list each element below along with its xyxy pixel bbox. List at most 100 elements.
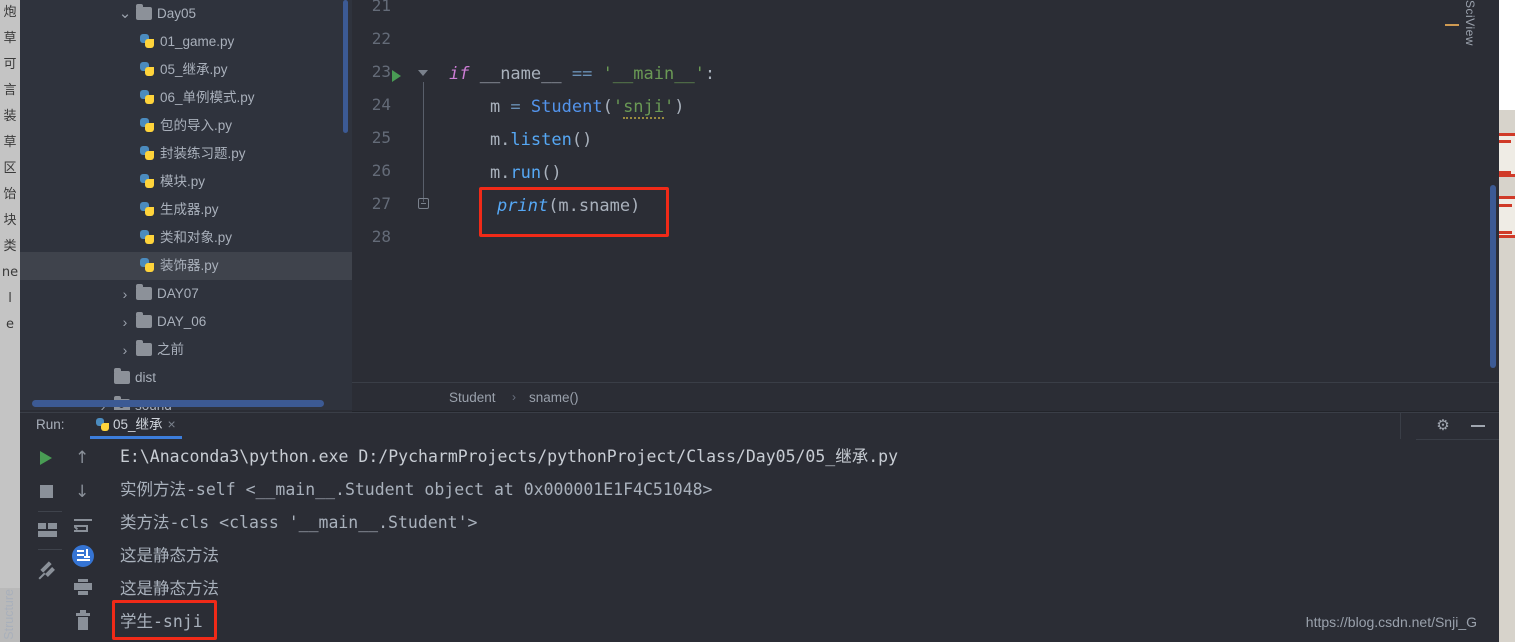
chevron-right-icon[interactable]: › xyxy=(118,280,132,308)
close-icon[interactable]: × xyxy=(168,416,176,432)
ide-frame: ⌄ Day05 01_game.py 05_继承.py 06_单例模式.py 包的导入.p… xyxy=(20,0,1499,642)
tree-item-5[interactable]: 封装练习题.py xyxy=(20,140,352,168)
tree-item-label: 05_继承.py xyxy=(160,62,228,77)
token-string-snji: snji xyxy=(623,97,665,119)
console-highlight-box xyxy=(112,600,217,640)
project-horizontal-scrollbar[interactable] xyxy=(32,400,324,407)
chevron-down-icon[interactable]: ⌄ xyxy=(118,0,132,28)
watermark-text: https://blog.csdn.net/Snji_G xyxy=(1305,614,1477,630)
tree-item-label: DAY07 xyxy=(157,286,199,301)
python-file-icon xyxy=(140,146,155,161)
background-right-lower xyxy=(1499,250,1515,642)
tree-item-10[interactable]: › DAY07 xyxy=(20,280,352,308)
tree-item-11[interactable]: › DAY_06 xyxy=(20,308,352,336)
token-method-listen: listen xyxy=(510,130,572,150)
token-obj-m: m. xyxy=(449,130,511,150)
tree-item-label: 装饰器.py xyxy=(160,258,219,273)
line-number: 22 xyxy=(371,29,391,48)
token-parens: () xyxy=(541,163,562,183)
python-file-icon xyxy=(140,34,155,49)
token-assign-op: = xyxy=(510,97,521,117)
token-quote-close: ' xyxy=(664,97,675,117)
chevron-right-icon[interactable]: › xyxy=(118,308,132,336)
python-file-icon xyxy=(140,118,155,133)
tree-item-12[interactable]: › 之前 xyxy=(20,336,352,364)
tree-item-3[interactable]: 06_单例模式.py xyxy=(20,84,352,112)
clear-all-icon[interactable] xyxy=(76,610,96,633)
background-right-white-strip xyxy=(1499,0,1515,110)
token-obj-m: m. xyxy=(449,163,511,183)
python-file-icon xyxy=(140,258,155,273)
tree-item-label: Day05 xyxy=(157,6,197,21)
sciview-minimize-dash[interactable] xyxy=(1445,24,1459,26)
tree-item-label: 包的导入.py xyxy=(160,118,233,133)
structure-tool-tab[interactable]: Structure xyxy=(2,589,16,640)
tree-item-8[interactable]: 类和对象.py xyxy=(20,224,352,252)
run-tab-label: 05_继承 xyxy=(113,417,163,432)
python-file-icon xyxy=(140,202,155,217)
run-tool-window[interactable]: Run: 05_继承 × ⚙ ↑ ↓ E:\Anaconda3\python.e… xyxy=(20,412,1499,642)
editor-gutter[interactable]: 21 22 23 24 25 26 27 28 xyxy=(352,0,449,382)
python-file-icon xyxy=(140,90,155,105)
tree-item-9[interactable]: 装饰器.py xyxy=(20,252,352,280)
minimize-icon[interactable] xyxy=(1471,425,1485,427)
code-line-26: m.run() xyxy=(449,163,562,183)
tree-item-2[interactable]: 05_继承.py xyxy=(20,56,352,84)
scroll-up-icon[interactable]: ↑ xyxy=(75,449,95,469)
run-tab-05-inheritance[interactable]: 05_继承 × xyxy=(90,413,182,439)
python-file-icon xyxy=(140,230,155,245)
python-file-icon xyxy=(140,174,155,189)
breadcrumb-bar[interactable]: Student › sname() xyxy=(352,382,1499,412)
run-gutter-icon[interactable] xyxy=(392,70,401,82)
token-class-student: Student xyxy=(520,97,603,117)
tree-item-7[interactable]: 生成器.py xyxy=(20,196,352,224)
soft-wrap-icon[interactable] xyxy=(73,519,94,539)
code-fold-end-icon[interactable] xyxy=(418,198,429,209)
run-icon[interactable] xyxy=(40,451,60,471)
tree-item-label: DAY_06 xyxy=(157,314,207,329)
code-line-25: m.listen() xyxy=(449,130,592,150)
token-paren-close: ) xyxy=(674,97,685,117)
tree-item-4[interactable]: 包的导入.py xyxy=(20,112,352,140)
code-line-24: m = Student('snji') xyxy=(449,97,685,119)
project-tool-window[interactable]: ⌄ Day05 01_game.py 05_继承.py 06_单例模式.py 包的导入.p… xyxy=(20,0,352,410)
folder-icon xyxy=(114,368,130,384)
pin-icon[interactable] xyxy=(38,561,58,583)
line-number: 28 xyxy=(371,227,391,246)
folder-icon xyxy=(136,340,152,356)
project-vertical-scrollbar[interactable] xyxy=(343,0,348,133)
run-console-output[interactable]: E:\Anaconda3\python.exe D:/PycharmProjec… xyxy=(106,443,1406,642)
line-number: 21 xyxy=(371,0,391,15)
token-var-m: m xyxy=(449,97,511,117)
scroll-down-icon[interactable]: ↓ xyxy=(75,483,95,503)
folder-icon xyxy=(136,4,152,20)
gear-icon[interactable]: ⚙ xyxy=(1435,418,1451,434)
code-highlight-box xyxy=(479,187,669,237)
code-fold-collapse-icon[interactable] xyxy=(418,70,428,76)
token-method-run: run xyxy=(510,163,542,183)
layout-icon[interactable] xyxy=(38,523,58,543)
toolbar-divider xyxy=(1400,413,1401,439)
token-quote-open: ' xyxy=(612,97,624,117)
editor-vertical-scrollbar[interactable] xyxy=(1490,185,1496,368)
chevron-right-icon[interactable]: › xyxy=(118,336,132,364)
tree-item-label: 封装练习题.py xyxy=(160,146,246,161)
tree-item-6[interactable]: 模块.py xyxy=(20,168,352,196)
tree-item-1[interactable]: 01_game.py xyxy=(20,28,352,56)
sciview-tab-label[interactable]: SciView xyxy=(1463,0,1477,50)
tree-item-label: dist xyxy=(135,370,157,385)
toolbar-divider-bottom xyxy=(1416,439,1499,440)
tree-item-0[interactable]: ⌄ Day05 xyxy=(20,0,352,28)
folder-icon xyxy=(136,312,152,328)
python-file-icon xyxy=(140,62,155,77)
print-icon[interactable] xyxy=(74,579,94,599)
scroll-to-end-icon[interactable] xyxy=(72,545,94,567)
tree-item-13[interactable]: dist xyxy=(20,364,352,392)
stop-icon[interactable] xyxy=(40,485,60,505)
token-equality-op: == xyxy=(571,64,593,84)
breadcrumb-item-method[interactable]: sname() xyxy=(529,390,579,405)
line-number: 27 xyxy=(371,194,391,213)
code-editor[interactable]: 21 22 23 24 25 26 27 28 if __name__ == '… xyxy=(352,0,1499,382)
breadcrumb-item-class[interactable]: Student xyxy=(449,390,496,405)
token-paren-open: ( xyxy=(602,97,613,117)
